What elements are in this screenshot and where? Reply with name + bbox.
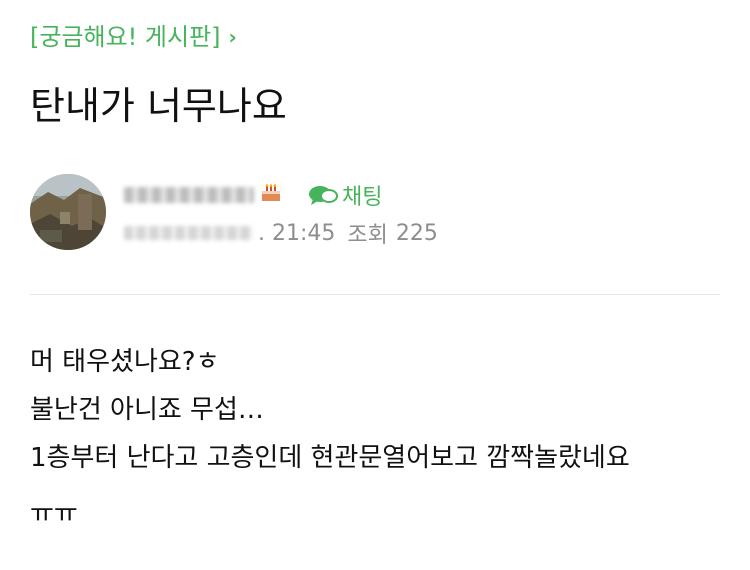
content-line: ㅠㅠ (30, 499, 78, 529)
views-label: 조회 (347, 223, 388, 248)
author-section: 채팅 . 21:45 조회 225 (30, 172, 720, 252)
cake-icon (260, 183, 282, 208)
nickname-redacted (124, 187, 254, 203)
divider (30, 294, 720, 295)
nickname-row: 채팅 (124, 180, 382, 210)
chat-button[interactable]: 채팅 (308, 179, 382, 211)
chat-bubble-icon (309, 186, 338, 205)
content-line: 머 태우셨나요?ㅎ (30, 347, 220, 377)
date-redacted (124, 226, 252, 240)
content-line: 1층부터 난다고 고층인데 현관문열어보고 깜짝놀랐네요 (30, 443, 630, 473)
avatar-photo (30, 174, 106, 250)
chevron-right-icon: › (228, 25, 237, 49)
avatar[interactable] (30, 174, 106, 250)
post-content: 머 태우셨나요?ㅎ 불난건 아니죠 무섭… 1층부터 난다고 고층인데 현관문열… (30, 338, 730, 538)
board-name: [궁금해요! 게시판] (30, 23, 221, 51)
post-title: 탄내가 너무나요 (30, 84, 287, 128)
post-meta: . 21:45 조회 225 (124, 218, 438, 248)
board-link[interactable]: [궁금해요! 게시판] › (30, 18, 237, 56)
post-time: . 21:45 (258, 220, 336, 246)
views-count: 225 (395, 220, 438, 246)
post-page: [궁금해요! 게시판] › 탄내가 너무나요 채팅 . 21:45 조회 225… (0, 0, 750, 570)
content-line: 불난건 아니죠 무섭… (30, 395, 264, 425)
chat-label: 채팅 (342, 185, 383, 210)
